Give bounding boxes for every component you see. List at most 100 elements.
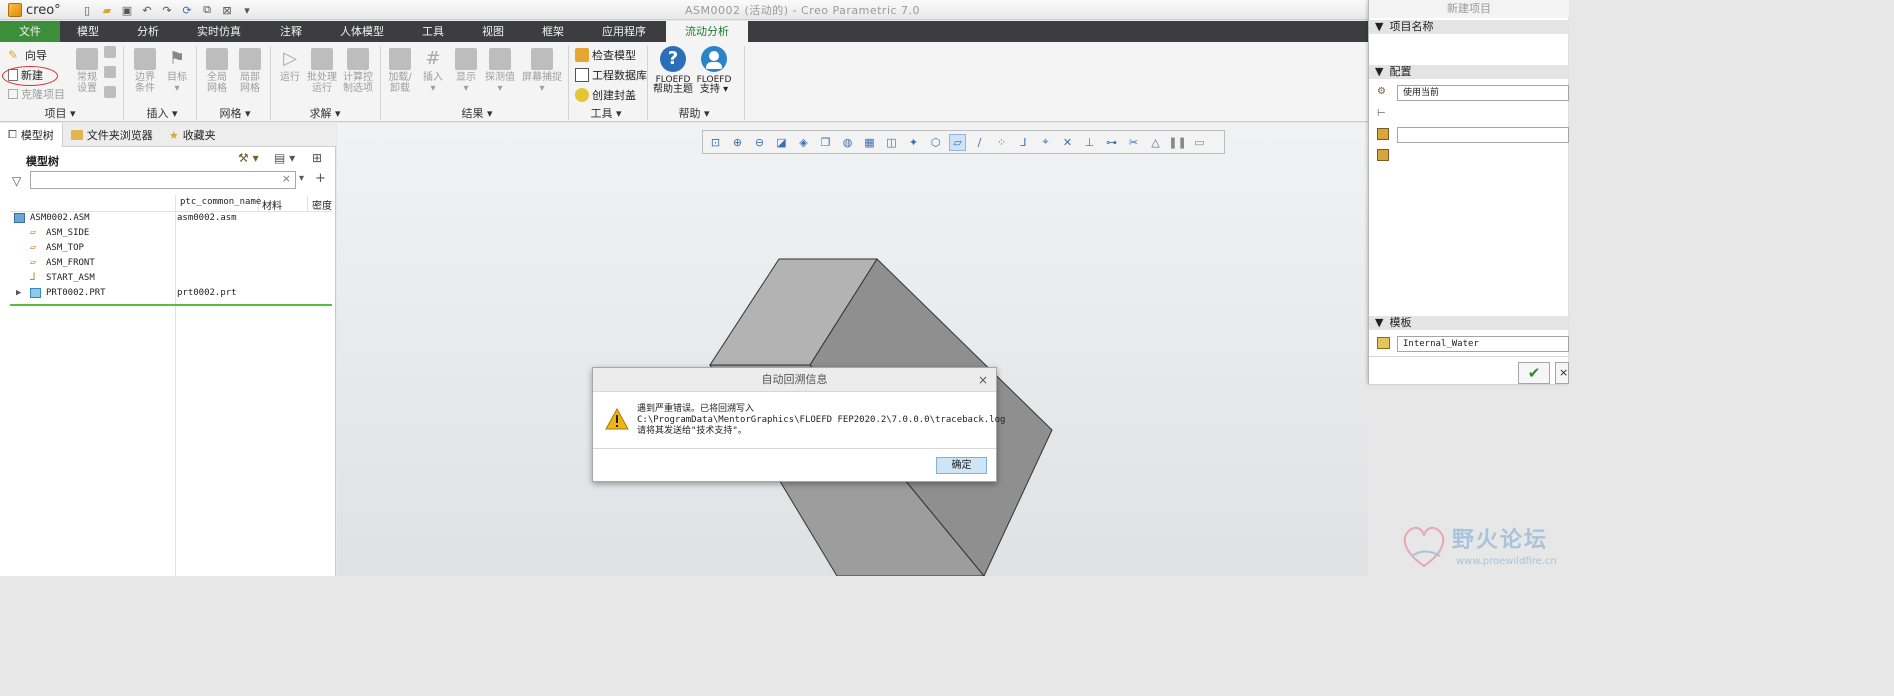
cancel-button[interactable]: × xyxy=(1555,362,1569,384)
batch-run-button[interactable]: 批处理 运行 xyxy=(305,48,339,94)
check-model-button[interactable]: 检查模型 xyxy=(575,46,636,64)
create-lid-button[interactable]: 创建封盖 xyxy=(575,86,636,104)
display-button[interactable]: 显示 ▾ xyxy=(449,48,483,94)
windows-icon[interactable]: ⧉ xyxy=(200,3,214,17)
boundary-condition-button[interactable]: 边界 条件 xyxy=(128,48,162,94)
screen-capture-button[interactable]: 屏幕捕捉 ▾ xyxy=(520,48,564,94)
tree-row[interactable]: ▱ ASM_FRONT xyxy=(0,255,336,270)
global-mesh-button[interactable]: 全局 网格 xyxy=(200,48,234,94)
column-header-density[interactable]: 密度 xyxy=(312,197,332,212)
tab-flow-analysis[interactable]: 流动分析 xyxy=(666,21,748,42)
floefd-support-button[interactable]: FLOEFD 支持 ▾ xyxy=(696,46,732,95)
probe-button[interactable]: 探测值 ▾ xyxy=(483,48,517,94)
tab-live-simulation[interactable]: 实时仿真 xyxy=(182,21,256,42)
customize-dropdown-icon[interactable]: ▾ xyxy=(240,3,254,17)
column-header-common-name[interactable]: ptc_common_name xyxy=(180,197,261,211)
floefd-help-button[interactable]: ? FLOEFD 帮助主题 xyxy=(651,46,695,95)
add-config-icon[interactable] xyxy=(1377,149,1389,161)
plane-display-icon[interactable]: ▱ xyxy=(949,133,966,151)
tab-tools[interactable]: 工具 xyxy=(406,21,460,42)
tree-row[interactable]: ▱ ASM_TOP xyxy=(0,240,336,255)
tab-manikin[interactable]: 人体模型 xyxy=(324,21,400,42)
tree-filter-options-icon[interactable]: ⊞ xyxy=(312,151,322,165)
load-unload-button[interactable]: 加载/ 卸载 xyxy=(383,48,417,94)
perspective-icon[interactable]: ▦ xyxy=(861,134,878,151)
tree-row[interactable]: ASM0002.ASM asm0002.asm xyxy=(0,210,336,225)
run-button[interactable]: ▷ 运行 xyxy=(273,48,307,83)
zoom-out-icon[interactable]: ⊖ xyxy=(751,134,768,151)
configuration-option-icon[interactable]: ⊢ xyxy=(1377,108,1391,122)
wizard-button[interactable]: ✎ 向导 xyxy=(8,46,47,64)
saved-orientations-icon[interactable]: ❒ xyxy=(817,134,834,151)
tree-row[interactable]: ⅃ START_ASM xyxy=(0,270,336,285)
units-icon[interactable] xyxy=(104,86,118,100)
project-tree-icon[interactable] xyxy=(104,46,118,60)
tree-row[interactable]: ▱ ASM_SIDE xyxy=(0,225,336,240)
graphics-window[interactable] xyxy=(337,123,1368,576)
3d-model-view[interactable] xyxy=(337,123,1368,576)
tab-favorites[interactable]: ★ 收藏夹 xyxy=(161,123,224,147)
trim-icon[interactable]: ✂ xyxy=(1125,134,1142,151)
explode-icon[interactable]: △ xyxy=(1147,134,1164,151)
open-folder-icon[interactable]: ▰ xyxy=(100,3,114,17)
tab-applications[interactable]: 应用程序 xyxy=(588,21,660,42)
add-filter-icon[interactable]: + xyxy=(315,171,326,186)
annotation-display-icon[interactable]: ✦ xyxy=(905,134,922,151)
refit-icon[interactable]: ⊡ xyxy=(707,134,724,151)
tab-annotate[interactable]: 注释 xyxy=(262,21,320,42)
general-settings-button[interactable]: 常规 设置 xyxy=(70,48,104,94)
results-insert-button[interactable]: # 插入 ▾ xyxy=(416,48,450,94)
axis-display-icon[interactable]: ∕ xyxy=(971,134,988,151)
pause-icon[interactable]: ❚❚ xyxy=(1168,134,1186,151)
configuration-select[interactable]: 使用当前 xyxy=(1397,85,1569,101)
clear-search-icon[interactable]: × xyxy=(282,172,291,185)
confirm-button[interactable]: ✔ xyxy=(1518,362,1550,384)
copy-from-field[interactable] xyxy=(1397,127,1569,143)
tree-columns-icon[interactable]: ▤ ▾ xyxy=(274,151,295,165)
new-file-icon[interactable]: ▯ xyxy=(80,3,94,17)
local-mesh-button[interactable]: 局部 网格 xyxy=(233,48,267,94)
expand-arrow-icon[interactable]: ▶ xyxy=(16,288,21,298)
section-configuration[interactable]: ▼ 配置 xyxy=(1369,65,1569,79)
hide-icon[interactable]: ✕ xyxy=(1059,134,1076,151)
section-project-name[interactable]: ▼ 项目名称 xyxy=(1369,20,1569,34)
section-template[interactable]: ▼ 模板 xyxy=(1369,316,1569,330)
zoom-in-icon[interactable]: ⊕ xyxy=(729,134,746,151)
copy-settings-icon[interactable] xyxy=(104,66,118,80)
tree-search-input[interactable]: × xyxy=(30,171,296,189)
tab-framework[interactable]: 框架 xyxy=(526,21,580,42)
calculation-control-button[interactable]: 计算控 制选项 xyxy=(341,48,375,94)
view-manager-icon[interactable]: ◍ xyxy=(839,134,856,151)
engineering-database-button[interactable]: 工程数据库 xyxy=(575,66,647,84)
tab-analysis[interactable]: 分析 xyxy=(118,21,178,42)
goal-button[interactable]: ⚑ 目标 ▾ xyxy=(160,48,194,94)
section-icon[interactable]: ⊶ xyxy=(1103,134,1120,151)
tab-file[interactable]: 文件 xyxy=(0,21,60,42)
datum-display-icon[interactable]: ⬡ xyxy=(927,134,944,151)
clone-project-button[interactable]: 克隆项目 xyxy=(8,85,65,103)
save-icon[interactable]: ▣ xyxy=(120,3,134,17)
csys-display-icon[interactable]: ⅃ xyxy=(1015,134,1032,151)
copy-from-icon[interactable] xyxy=(1377,128,1389,140)
spin-center-icon[interactable]: ◫ xyxy=(883,134,900,151)
csys-tag-icon[interactable]: ⊥ xyxy=(1081,134,1098,151)
tab-folder-browser[interactable]: 文件夹浏览器 xyxy=(63,123,161,147)
display-style-icon[interactable]: ◈ xyxy=(795,134,812,151)
tree-settings-icon[interactable]: ⚒ ▾ xyxy=(238,151,259,165)
point-display-icon[interactable]: ⁘ xyxy=(993,134,1010,151)
column-header-material[interactable]: 材料 xyxy=(262,197,282,212)
tag-display-icon[interactable]: ⌖ xyxy=(1037,134,1054,151)
record-icon[interactable]: ▭ xyxy=(1191,134,1208,151)
tab-view[interactable]: 视图 xyxy=(466,21,520,42)
tree-row[interactable]: ▶ PRT0002.PRT prt0002.prt xyxy=(0,285,336,300)
tab-model[interactable]: 模型 xyxy=(60,21,116,42)
close-window-icon[interactable]: ⊠ xyxy=(220,3,234,17)
repaint-icon[interactable]: ◪ xyxy=(773,134,790,151)
redo-icon[interactable]: ↷ xyxy=(160,3,174,17)
undo-icon[interactable]: ↶ xyxy=(140,3,154,17)
search-dropdown-icon[interactable]: ▾ xyxy=(299,173,304,184)
close-icon[interactable]: × xyxy=(978,373,988,387)
ok-button[interactable]: 确定 xyxy=(936,457,987,474)
tab-model-tree[interactable]: ⧠ 模型树 xyxy=(0,123,63,147)
regenerate-icon[interactable]: ⟳ xyxy=(180,3,194,17)
